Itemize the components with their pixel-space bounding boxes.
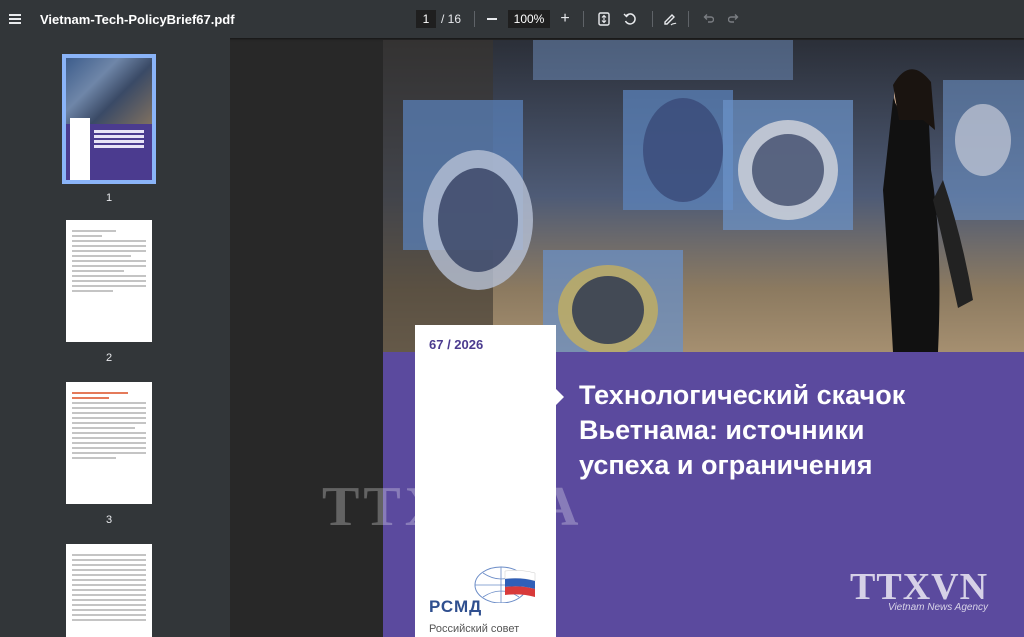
pdf-toolbar: Vietnam-Tech-PolicyBrief67.pdf / 16 + bbox=[0, 0, 1024, 38]
zoom-in-button[interactable]: + bbox=[558, 0, 572, 38]
redo-button[interactable] bbox=[726, 0, 742, 38]
plus-icon: + bbox=[560, 10, 570, 27]
document-title: Технологический скачок Вьетнама: источни… bbox=[579, 380, 906, 480]
thumbnail-page-4[interactable] bbox=[66, 544, 152, 637]
minus-icon bbox=[487, 18, 497, 20]
thumbnail-text-lines bbox=[72, 554, 146, 624]
rotate-button[interactable] bbox=[622, 0, 638, 38]
logo-subtitle: Российский совет bbox=[429, 623, 520, 635]
thumbnail-text-lines bbox=[72, 392, 146, 462]
annotate-icon bbox=[664, 14, 677, 26]
watermark-center: TTXVNA bbox=[322, 476, 583, 538]
file-title: Vietnam-Tech-PolicyBrief67.pdf bbox=[40, 11, 235, 27]
watermark-corner-logo: TTXVN bbox=[850, 566, 989, 608]
total-pages: / 16 bbox=[441, 12, 462, 26]
rsmd-logo: РСМД Российский совет bbox=[429, 563, 549, 635]
thumbnail-text-lines bbox=[72, 230, 146, 295]
cover-photo bbox=[383, 40, 1024, 352]
page-number-input[interactable] bbox=[416, 10, 436, 28]
undo-button[interactable] bbox=[700, 0, 716, 38]
annotate-button[interactable] bbox=[662, 0, 678, 38]
thumbnail-page-3[interactable] bbox=[66, 382, 152, 504]
menu-icon[interactable] bbox=[6, 0, 24, 38]
thumbnail-photo bbox=[66, 58, 152, 124]
page-navigator: / 16 bbox=[416, 0, 461, 38]
watermark-corner: TTXVN Vietnam News Agency bbox=[850, 568, 988, 613]
toolbar-divider bbox=[688, 11, 689, 27]
issue-number: 67 / 2026 bbox=[429, 337, 484, 352]
document-page: 67 / 2026 РСМД Российский совет Технолог… bbox=[383, 40, 1024, 637]
thumbnail-number: 3 bbox=[105, 514, 113, 526]
thumbnail-card bbox=[70, 118, 90, 180]
thumbnail-number: 1 bbox=[105, 192, 113, 204]
thumbnail-page-1[interactable] bbox=[62, 54, 156, 184]
thumbnail-sidebar: 1 2 3 bbox=[0, 38, 230, 637]
zoom-out-button[interactable] bbox=[486, 0, 498, 38]
logo-text: РСМД bbox=[429, 597, 483, 616]
redo-icon bbox=[728, 14, 739, 23]
toolbar-divider bbox=[652, 11, 653, 27]
thumbnail-title-lines bbox=[94, 130, 144, 133]
toolbar-divider bbox=[583, 11, 584, 27]
undo-icon bbox=[703, 14, 714, 23]
fit-page-button[interactable] bbox=[596, 0, 612, 38]
thumbnail-page-2[interactable] bbox=[66, 220, 152, 342]
toolbar-divider bbox=[474, 11, 475, 27]
thumbnail-number: 2 bbox=[105, 352, 113, 364]
rotate-icon bbox=[623, 13, 636, 25]
fit-page-icon bbox=[598, 12, 610, 26]
zoom-input[interactable] bbox=[508, 10, 550, 28]
